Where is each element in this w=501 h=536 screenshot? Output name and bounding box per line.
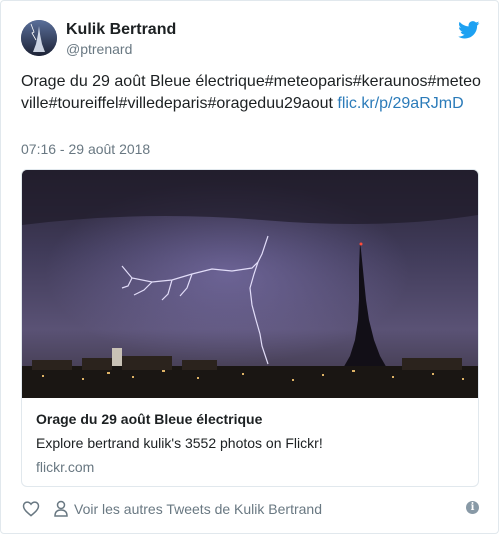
media-title[interactable]: Orage du 29 août Bleue électrique bbox=[36, 411, 262, 427]
author-name[interactable]: Kulik Bertrand bbox=[66, 21, 176, 39]
avatar[interactable] bbox=[21, 20, 57, 56]
media-card[interactable]: Orage du 29 août Bleue électrique Explor… bbox=[21, 169, 479, 487]
tweet-text: Orage du 29 août Bleue électrique#meteop… bbox=[21, 71, 483, 115]
info-icon[interactable]: i bbox=[466, 501, 479, 514]
media-domain: flickr.com bbox=[36, 459, 95, 475]
user-icon bbox=[54, 500, 68, 517]
author-handle[interactable]: @ptrenard bbox=[66, 41, 132, 57]
tweet-timestamp[interactable]: 07:16 - 29 août 2018 bbox=[21, 141, 150, 157]
twitter-bird-icon[interactable] bbox=[458, 21, 480, 39]
media-description: Explore bertrand kulik's 3552 photos on … bbox=[36, 435, 323, 451]
tweet-card: Kulik Bertrand @ptrenard Orage du 29 aoû… bbox=[0, 0, 499, 534]
heart-icon[interactable] bbox=[22, 500, 40, 517]
storm-photo bbox=[22, 170, 478, 398]
more-tweets-link[interactable]: Voir les autres Tweets de Kulik Bertrand bbox=[74, 501, 322, 517]
tweet-link[interactable]: flic.kr/p/29aRJmD bbox=[337, 95, 463, 112]
